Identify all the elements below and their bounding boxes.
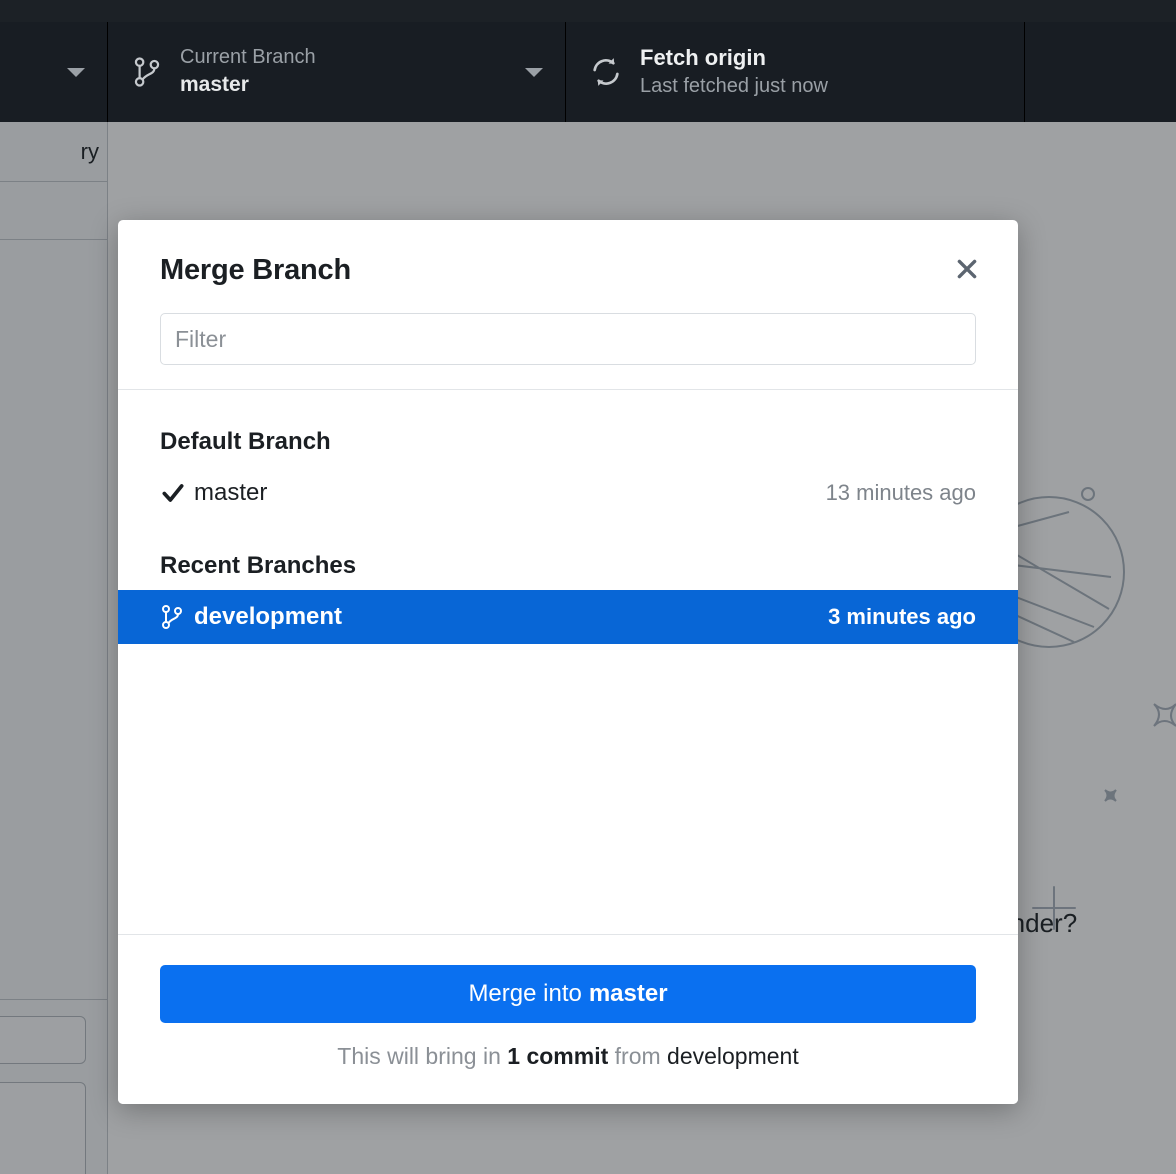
dialog-header: Merge Branch	[118, 220, 1018, 287]
toolbar-fetch-text: Fetch origin Last fetched just now	[640, 44, 1024, 100]
note-source-branch: development	[667, 1043, 799, 1069]
branch-list[interactable]: Default Branch master 13 minutes ago Rec…	[118, 390, 1018, 934]
branch-timestamp: 3 minutes ago	[828, 604, 976, 629]
toolbar-repository-button[interactable]	[0, 22, 108, 122]
chevron-down-icon	[67, 67, 85, 77]
check-icon	[160, 480, 194, 506]
toolbar-fetch-origin-button[interactable]: Fetch origin Last fetched just now	[566, 22, 1025, 122]
chevron-down-icon	[525, 68, 543, 77]
toolbar-fetch-subtitle: Last fetched just now	[640, 74, 828, 97]
app-window: Current Branch master Fetch origin Last …	[0, 0, 1176, 1174]
toolbar-branch-value: master	[180, 73, 249, 97]
note-prefix: This will bring in	[337, 1043, 501, 1069]
app-toolbar: Current Branch master Fetch origin Last …	[0, 22, 1176, 122]
group-header-recent-branches: Recent Branches	[160, 552, 357, 579]
window-titlebar	[0, 0, 1176, 22]
branch-filter-input[interactable]	[160, 313, 976, 365]
merge-branch-dialog: Merge Branch Default Branch master 13	[118, 220, 1018, 1104]
note-mid: from	[614, 1043, 661, 1069]
branch-list-item-development[interactable]: development 3 minutes ago	[118, 590, 1018, 644]
note-commit-count: 1 commit	[507, 1043, 609, 1069]
git-branch-icon	[132, 56, 162, 88]
toolbar-current-branch-button[interactable]: Current Branch master	[108, 22, 566, 122]
dialog-title: Merge Branch	[160, 254, 351, 286]
toolbar-branch-text: Current Branch master	[180, 44, 543, 99]
group-header-default-branch: Default Branch	[160, 428, 331, 455]
toolbar-branch-label: Current Branch	[180, 46, 316, 69]
dialog-filter-wrapper	[118, 287, 1018, 389]
sync-icon	[590, 56, 622, 88]
branch-name: master	[194, 479, 268, 506]
close-icon[interactable]	[950, 252, 984, 286]
git-branch-icon	[160, 603, 194, 631]
toolbar-fetch-title: Fetch origin	[640, 45, 766, 71]
dialog-footer: Merge into master This will bring in 1 c…	[118, 935, 1018, 1104]
branch-list-item-master[interactable]: master 13 minutes ago	[118, 466, 1018, 520]
branch-timestamp: 13 minutes ago	[825, 480, 976, 505]
merge-button-prefix: Merge into	[468, 980, 582, 1007]
branch-name: development	[194, 603, 343, 630]
merge-button-target: master	[588, 980, 668, 1007]
merge-into-master-button[interactable]: Merge into master	[160, 965, 976, 1023]
merge-summary-note: This will bring in 1 commit from develop…	[160, 1043, 976, 1070]
